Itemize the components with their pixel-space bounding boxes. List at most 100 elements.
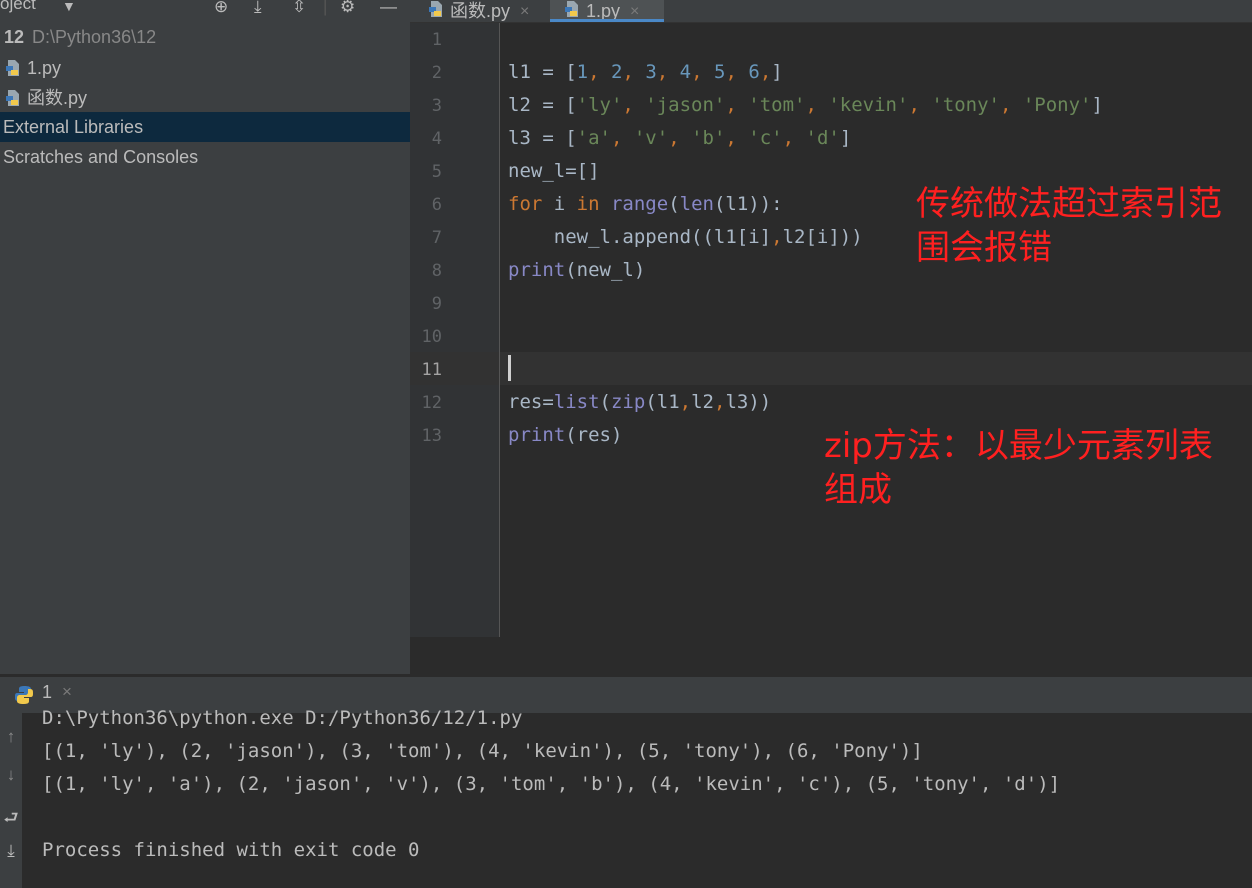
- line-number: 3: [431, 96, 442, 116]
- tree-item-file[interactable]: 函数.py: [0, 83, 410, 113]
- code-line[interactable]: l1 = [1, 2, 3, 4, 5, 6,]: [508, 61, 783, 83]
- console-line: [(1, 'ly'), (2, 'jason'), (3, 'tom'), (4…: [42, 740, 923, 762]
- tab-1-py[interactable]: 1.py ×: [550, 0, 664, 22]
- code-token: for: [508, 193, 554, 215]
- project-panel-title[interactable]: oject: [0, 0, 36, 14]
- code-token: ,: [679, 391, 692, 413]
- code-line[interactable]: l3 = ['a', 'v', 'b', 'c', 'd']: [508, 127, 851, 149]
- code-token: ,: [691, 61, 715, 83]
- code-token: 3: [645, 61, 657, 83]
- root-folder-path: D:\Python36\12: [32, 27, 157, 47]
- code-token: print: [508, 259, 566, 281]
- code-token: ,: [610, 127, 634, 149]
- file-name: 函数.py: [27, 88, 88, 108]
- code-line[interactable]: res=list(zip(l1,l2,l3)): [508, 391, 771, 413]
- code-token: ,: [999, 94, 1023, 116]
- code-token: 'b': [691, 127, 726, 149]
- code-line[interactable]: new_l.append((l1[i],l2[i])): [508, 226, 863, 248]
- code-line[interactable]: new_l=[]: [508, 160, 600, 182]
- minimize-icon[interactable]: —: [380, 0, 397, 17]
- root-folder-name: 12: [4, 27, 25, 47]
- collapse-all-icon[interactable]: ⤓: [254, 0, 262, 17]
- run-tab-label[interactable]: 1: [42, 682, 52, 703]
- target-icon[interactable]: ⊕: [214, 0, 228, 17]
- file-name: 1.py: [27, 58, 62, 78]
- code-token: i: [553, 193, 577, 215]
- tree-item-scratches[interactable]: Scratches and Consoles: [0, 142, 410, 172]
- code-token: ,: [771, 226, 783, 248]
- code-token: ,: [725, 94, 749, 116]
- gear-icon[interactable]: ⚙: [340, 0, 355, 17]
- down-arrow-icon[interactable]: ↓: [0, 765, 22, 785]
- chevron-down-icon[interactable]: ▼: [62, 0, 76, 14]
- code-token: 'Pony': [1022, 94, 1092, 116]
- python-file-icon: [6, 60, 19, 76]
- tab-hanshu-py[interactable]: 函数.py ×: [424, 0, 552, 22]
- annotation-line: 组成: [824, 470, 892, 510]
- tab-label: 1.py: [586, 1, 621, 21]
- code-token: range: [610, 193, 669, 215]
- code-token: l3)): [725, 391, 772, 413]
- editor-bottom-area: [410, 637, 1252, 674]
- editor-tab-bar: 函数.py × 1.py ×: [410, 0, 1252, 23]
- code-token: (res): [565, 424, 623, 446]
- tree-item-label: External Libraries: [3, 117, 144, 137]
- code-token: ]: [1091, 94, 1103, 116]
- close-icon[interactable]: ×: [62, 682, 72, 702]
- code-token: 1: [576, 61, 589, 83]
- code-line[interactable]: for i in range(len(l1)):: [508, 193, 783, 215]
- line-number: 5: [431, 162, 442, 182]
- scroll-to-end-icon[interactable]: ⤓: [0, 841, 22, 861]
- soft-wrap-icon[interactable]: ⮐: [0, 805, 22, 834]
- tab-label: 函数.py: [450, 1, 511, 21]
- code-token: (l1)):: [713, 193, 783, 215]
- tree-item-label: Scratches and Consoles: [3, 147, 199, 167]
- tree-item-external-libraries[interactable]: External Libraries: [0, 112, 410, 142]
- code-token: 4: [679, 61, 692, 83]
- code-token: 'tom': [748, 94, 806, 116]
- project-panel-header: oject ▼ ⊕ ⤓ ⇳ | ⚙ —: [0, 0, 410, 22]
- line-number: 12: [421, 393, 442, 413]
- code-token: 'jason': [645, 94, 726, 116]
- code-line[interactable]: l2 = ['ly', 'jason', 'tom', 'kevin', 'to…: [508, 94, 1103, 116]
- annotation-line: 围会报错: [916, 228, 1052, 268]
- code-line[interactable]: print(new_l): [508, 259, 645, 281]
- line-number: 9: [431, 294, 442, 314]
- code-token: l1 = [: [508, 61, 577, 83]
- close-icon[interactable]: ×: [630, 3, 639, 20]
- tree-item-root[interactable]: 12 D:\Python36\12: [0, 22, 410, 52]
- code-token: 'c': [748, 127, 783, 149]
- code-token: new_l=[]: [508, 160, 600, 182]
- python-file-icon: [429, 1, 442, 17]
- current-line-highlight: [410, 352, 1252, 385]
- code-token: 'v': [633, 127, 669, 149]
- code-token: l2 = [: [508, 94, 577, 116]
- code-token: 'a': [576, 127, 611, 149]
- line-number-current: 11: [421, 360, 442, 380]
- code-token: print: [508, 424, 566, 446]
- code-token: l2: [691, 391, 714, 413]
- line-number: 8: [431, 261, 442, 281]
- code-token: l2[i])): [782, 226, 863, 248]
- code-token: 2: [610, 61, 623, 83]
- code-token: l3 = [: [508, 127, 577, 149]
- code-token: 'ly': [576, 94, 623, 116]
- code-token: (: [599, 391, 611, 413]
- text-caret: [508, 355, 511, 381]
- code-token: len: [679, 193, 714, 215]
- python-file-icon: [6, 90, 19, 106]
- python-icon: [15, 686, 33, 704]
- up-arrow-icon[interactable]: ↑: [0, 727, 22, 747]
- code-token: ,: [759, 61, 772, 83]
- gutter-divider: [499, 23, 500, 637]
- line-number: 10: [421, 327, 442, 347]
- code-token: 'tony': [931, 94, 1000, 116]
- expand-all-icon[interactable]: ⇳: [292, 0, 306, 17]
- tree-item-file[interactable]: 1.py: [0, 53, 410, 83]
- code-token: (l1: [645, 391, 680, 413]
- code-token: 'd': [805, 127, 840, 149]
- code-line[interactable]: print(res): [508, 424, 622, 446]
- code-token: ,: [668, 127, 692, 149]
- code-token: zip: [610, 391, 646, 413]
- close-icon[interactable]: ×: [520, 3, 529, 20]
